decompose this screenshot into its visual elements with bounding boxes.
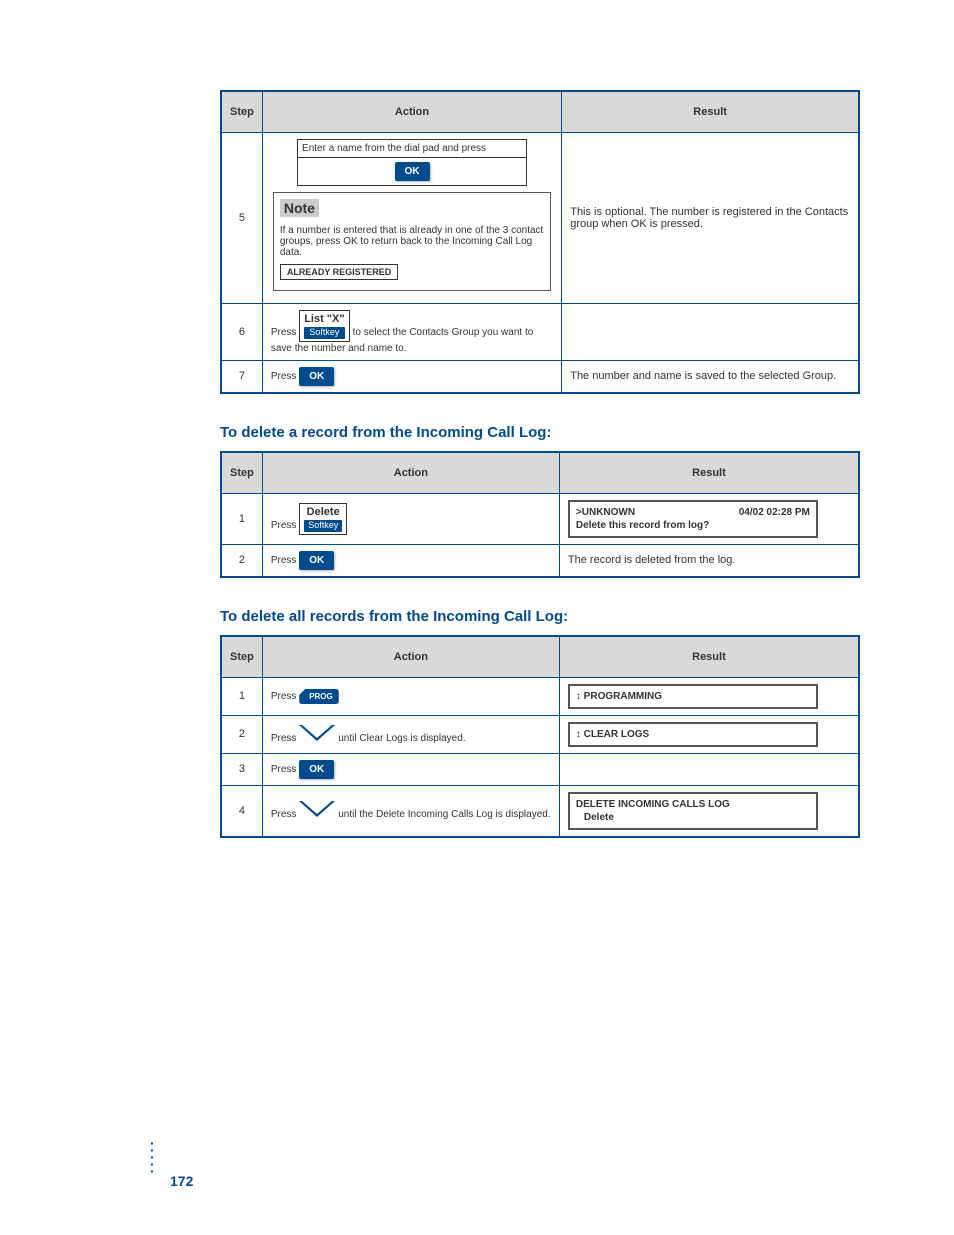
table-row: 4 Press until the Delete Incoming Calls … [221,785,859,837]
action-cell: Press Delete Softkey [262,493,559,544]
lcd-line2: Delete this record from log? [576,519,810,532]
note-label: Note [280,199,319,217]
table2-header-result: Result [559,452,859,494]
updown-icon: ↕ [576,729,581,740]
table1-header-action: Action [262,91,561,133]
softkey-label: List "X" [304,313,344,327]
table-row: 1 Press Delete Softkey >UNKNOWN 04/02 02… [221,493,859,544]
prog-key[interactable]: PROG [299,689,339,704]
result-cell: ↕ PROGRAMMING [559,677,859,715]
action-cell: Press until Clear Logs is displayed. [262,715,559,753]
result-cell: DELETE INCOMING CALLS LOG Delete [559,785,859,837]
updown-icon: ↕ [576,691,581,702]
softkey-label: Delete [304,506,342,520]
ok-button[interactable]: OK [299,367,334,386]
table1-header-step: Step [221,91,262,133]
result-cell [562,304,859,361]
lcd-delete-confirm: >UNKNOWN 04/02 02:28 PM Delete this reco… [568,500,818,538]
result-cell [559,753,859,785]
action-cell: Enter a name from the dial pad and press… [262,133,561,304]
page-number: 172 [170,1173,193,1189]
action-suffix: until Clear Logs is displayed. [338,733,465,744]
result-cell: This is optional. The number is register… [562,133,859,304]
document-page: Step Action Result 5 Enter a name from t… [0,0,954,1235]
table3-header-action: Action [262,636,559,678]
table-row: 6 Press List "X" Softkey to select the C… [221,304,859,361]
ok-button[interactable]: OK [299,760,334,779]
heading-delete-one-record: To delete a record from the Incoming Cal… [220,424,874,441]
softkey-chip: Softkey [304,520,342,532]
step-number: 2 [221,715,262,753]
result-cell: ↕ CLEAR LOGS [559,715,859,753]
note-box: Note If a number is entered that is alre… [273,192,551,291]
table-row: 1 Press PROG ↕ PROGRAMMING [221,677,859,715]
table-row: 3 Press OK [221,753,859,785]
step-number: 7 [221,360,262,393]
action-cell: Press OK [262,753,559,785]
table3-header-result: Result [559,636,859,678]
lcd-line1: DELETE INCOMING CALLS LOG [576,798,810,811]
step5-label: Enter a name from the dial pad and press [298,140,526,157]
down-arrow-key[interactable] [299,725,335,743]
step-number: 6 [221,304,262,361]
table3-header-step: Step [221,636,262,678]
lcd-line1-left: >UNKNOWN [576,506,635,519]
action-cell: Press List "X" Softkey to select the Con… [262,304,561,361]
table-row: 2 Press until Clear Logs is displayed. ↕… [221,715,859,753]
step-number: 5 [221,133,262,304]
ok-button[interactable]: OK [299,551,334,570]
ok-button[interactable]: OK [395,162,430,181]
action-suffix: until the Delete Incoming Calls Log is d… [338,809,550,820]
lcd-programming: ↕ PROGRAMMING [568,684,818,709]
table-row: 7 Press OK The number and name is saved … [221,360,859,393]
action-cell: Press OK [262,360,561,393]
step5-instruction-box: Enter a name from the dial pad and press… [297,139,527,186]
lcd-line2: Delete [576,811,810,824]
lcd-line1-right: 04/02 02:28 PM [739,506,810,519]
result-cell: >UNKNOWN 04/02 02:28 PM Delete this reco… [559,493,859,544]
lcd-text: CLEAR LOGS [584,729,650,740]
result-cell: The number and name is saved to the sele… [562,360,859,393]
lcd-text: PROGRAMMING [584,691,662,702]
heading-delete-all-records: To delete all records from the Incoming … [220,608,874,625]
softkey-chip: Softkey [304,327,344,339]
action-cell: Press PROG [262,677,559,715]
table2-header-step: Step [221,452,262,494]
procedure-table-2: Step Action Result 1 Press Delete Softke… [220,451,860,578]
procedure-table-1: Step Action Result 5 Enter a name from t… [220,90,860,394]
action-cell: Press OK [262,544,559,577]
step-number: 4 [221,785,262,837]
step-number: 3 [221,753,262,785]
table2-header-action: Action [262,452,559,494]
lcd-clear-logs: ↕ CLEAR LOGS [568,722,818,747]
list-x-softkey[interactable]: List "X" Softkey [299,310,349,342]
result-cell: The record is deleted from the log. [559,544,859,577]
step-number: 2 [221,544,262,577]
dot-leader: ····· [150,1140,155,1175]
procedure-table-3: Step Action Result 1 Press PROG ↕ PROGRA… [220,635,860,838]
action-cell: Press until the Delete Incoming Calls Lo… [262,785,559,837]
step-number: 1 [221,493,262,544]
lcd-delete-incoming: DELETE INCOMING CALLS LOG Delete [568,792,818,830]
lcd-already-registered: ALREADY REGISTERED [280,264,398,280]
table1-header-result: Result [562,91,859,133]
step-number: 1 [221,677,262,715]
table-row: 2 Press OK The record is deleted from th… [221,544,859,577]
note-body: If a number is entered that is already i… [280,225,544,258]
table-row: 5 Enter a name from the dial pad and pre… [221,133,859,304]
down-arrow-key[interactable] [299,801,335,819]
delete-softkey[interactable]: Delete Softkey [299,503,347,535]
